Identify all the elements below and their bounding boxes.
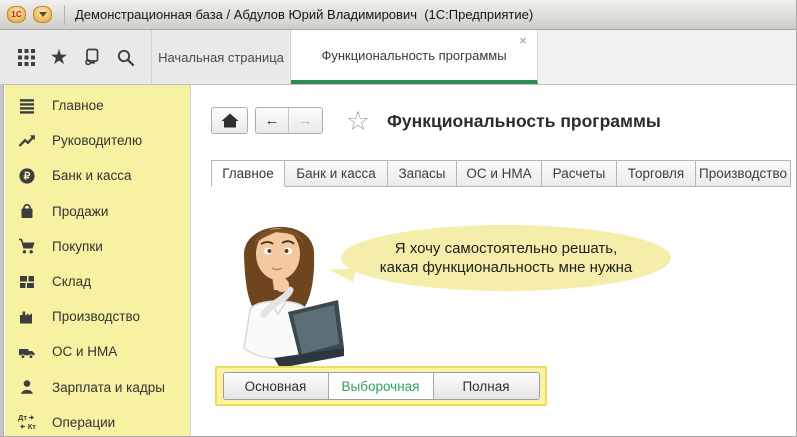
- star-icon: ★: [50, 47, 69, 68]
- ruble-icon: ₽: [18, 167, 36, 185]
- close-icon[interactable]: ×: [516, 34, 530, 48]
- form-tab-inventory[interactable]: Запасы: [387, 160, 457, 187]
- quick-toolbar: ★: [0, 30, 152, 84]
- favorites-button[interactable]: ★: [46, 44, 72, 70]
- sidebar-item-label: Главное: [52, 98, 104, 113]
- forward-arrow-icon: →: [298, 112, 313, 129]
- sidebar-item-label: Производство: [52, 309, 140, 324]
- window-frame-edge: [0, 85, 4, 436]
- assistant-illustration: [214, 198, 349, 370]
- sidebar-item-label: Склад: [52, 274, 91, 289]
- tab-program-functionality[interactable]: Функциональность программы ×: [291, 30, 538, 84]
- bag-icon: [18, 202, 36, 220]
- cart-icon: [18, 237, 36, 255]
- tab-label: Функциональность программы: [321, 48, 506, 63]
- mode-button-full[interactable]: Полная: [434, 373, 539, 399]
- form-tab-main[interactable]: Главное: [211, 160, 285, 187]
- home-button[interactable]: [211, 107, 248, 134]
- app-logo-button[interactable]: 1С: [7, 6, 26, 23]
- sidebar-item-label: ОС и НМА: [52, 344, 117, 359]
- tab-label: Начальная страница: [158, 50, 284, 65]
- factory-icon: [18, 308, 36, 326]
- search-button[interactable]: [112, 44, 138, 70]
- forward-button[interactable]: →: [289, 108, 322, 133]
- sidebar-item-label: Покупки: [52, 239, 103, 254]
- main-menu-button[interactable]: [33, 6, 52, 23]
- boxes-icon: [18, 273, 36, 291]
- bubble-text-line1: Я хочу самостоятельно решать,: [395, 239, 617, 258]
- form-tab-settlements[interactable]: Расчеты: [541, 160, 617, 187]
- add-to-favorites-button[interactable]: ☆: [343, 106, 373, 136]
- window-tab-bar: ★ Начальная страница Функциональность пр…: [0, 30, 797, 85]
- functionality-highlight-box: Основная Выборочная Полная: [215, 366, 547, 406]
- speech-bubble: Я хочу самостоятельно решать, какая функ…: [341, 225, 671, 291]
- mode-button-selective[interactable]: Выборочная: [329, 373, 434, 399]
- page-title: Функциональность программы: [387, 111, 661, 132]
- 1c-logo-icon: 1С: [11, 11, 21, 19]
- sidebar-item-purchases[interactable]: Покупки: [5, 229, 190, 264]
- chevron-down-icon: [39, 12, 47, 17]
- history-button[interactable]: [79, 44, 105, 70]
- main-content: ← → ☆ Функциональность программы Главное…: [190, 85, 796, 436]
- app-window: 1С Демонстрационная база / Абдулов Юрий …: [0, 0, 797, 437]
- sections-menu-button[interactable]: [13, 44, 39, 70]
- sidebar-item-production[interactable]: Производство: [5, 299, 190, 334]
- sidebar-item-salary-hr[interactable]: Зарплата и кадры: [5, 370, 190, 405]
- star-outline-icon: ☆: [346, 108, 370, 135]
- titlebar-separator: [64, 5, 65, 25]
- truck-icon: [18, 343, 36, 361]
- section-panel: Главное Руководителю ₽ Банк и касса: [5, 85, 190, 436]
- sidebar-item-sales[interactable]: Продажи: [5, 194, 190, 229]
- back-arrow-icon: ←: [265, 112, 280, 129]
- sidebar-item-label: Продажи: [52, 204, 108, 219]
- search-icon: [116, 48, 135, 67]
- mode-button-basic[interactable]: Основная: [224, 373, 329, 399]
- debit-credit-icon: Дт Кт: [18, 413, 36, 431]
- menu-icon: [18, 97, 36, 115]
- sidebar-item-operations[interactable]: Дт Кт Операции: [5, 405, 190, 437]
- tab-home-page[interactable]: Начальная страница: [152, 30, 291, 84]
- svg-text:₽: ₽: [24, 171, 31, 183]
- history-scroll-icon: [82, 47, 102, 67]
- sidebar-item-label: Руководителю: [52, 133, 142, 148]
- sidebar-item-main[interactable]: Главное: [5, 88, 190, 123]
- history-nav-group: ← →: [255, 107, 323, 134]
- sidebar-item-label: Операции: [52, 415, 115, 430]
- form-tab-fixed-assets[interactable]: ОС и НМА: [456, 160, 542, 187]
- trend-icon: [18, 132, 36, 150]
- grid-icon: [17, 48, 36, 67]
- sidebar-item-bank-cash[interactable]: ₽ Банк и касса: [5, 158, 190, 193]
- sidebar-item-fixed-assets[interactable]: ОС и НМА: [5, 334, 190, 369]
- form-tab-strip: Главное Банк и касса Запасы ОС и НМА Рас…: [211, 160, 791, 187]
- sidebar-item-label: Зарплата и кадры: [52, 380, 165, 395]
- title-bar: 1С Демонстрационная база / Абдулов Юрий …: [0, 0, 797, 30]
- sidebar-item-label: Банк и касса: [52, 168, 132, 183]
- form-tab-production[interactable]: Производство: [695, 160, 791, 187]
- sidebar-item-manager[interactable]: Руководителю: [5, 123, 190, 158]
- form-tab-trade[interactable]: Торговля: [616, 160, 696, 187]
- bubble-text-line2: какая функциональность мне нужна: [380, 258, 632, 277]
- window-title: Демонстрационная база / Абдулов Юрий Вла…: [75, 7, 533, 22]
- back-button[interactable]: ←: [256, 108, 289, 133]
- home-icon: [221, 113, 239, 128]
- form-tab-bank-cash[interactable]: Банк и касса: [284, 160, 388, 187]
- sidebar-item-warehouse[interactable]: Склад: [5, 264, 190, 299]
- functionality-mode-group: Основная Выборочная Полная: [223, 372, 540, 400]
- person-icon: [18, 378, 36, 396]
